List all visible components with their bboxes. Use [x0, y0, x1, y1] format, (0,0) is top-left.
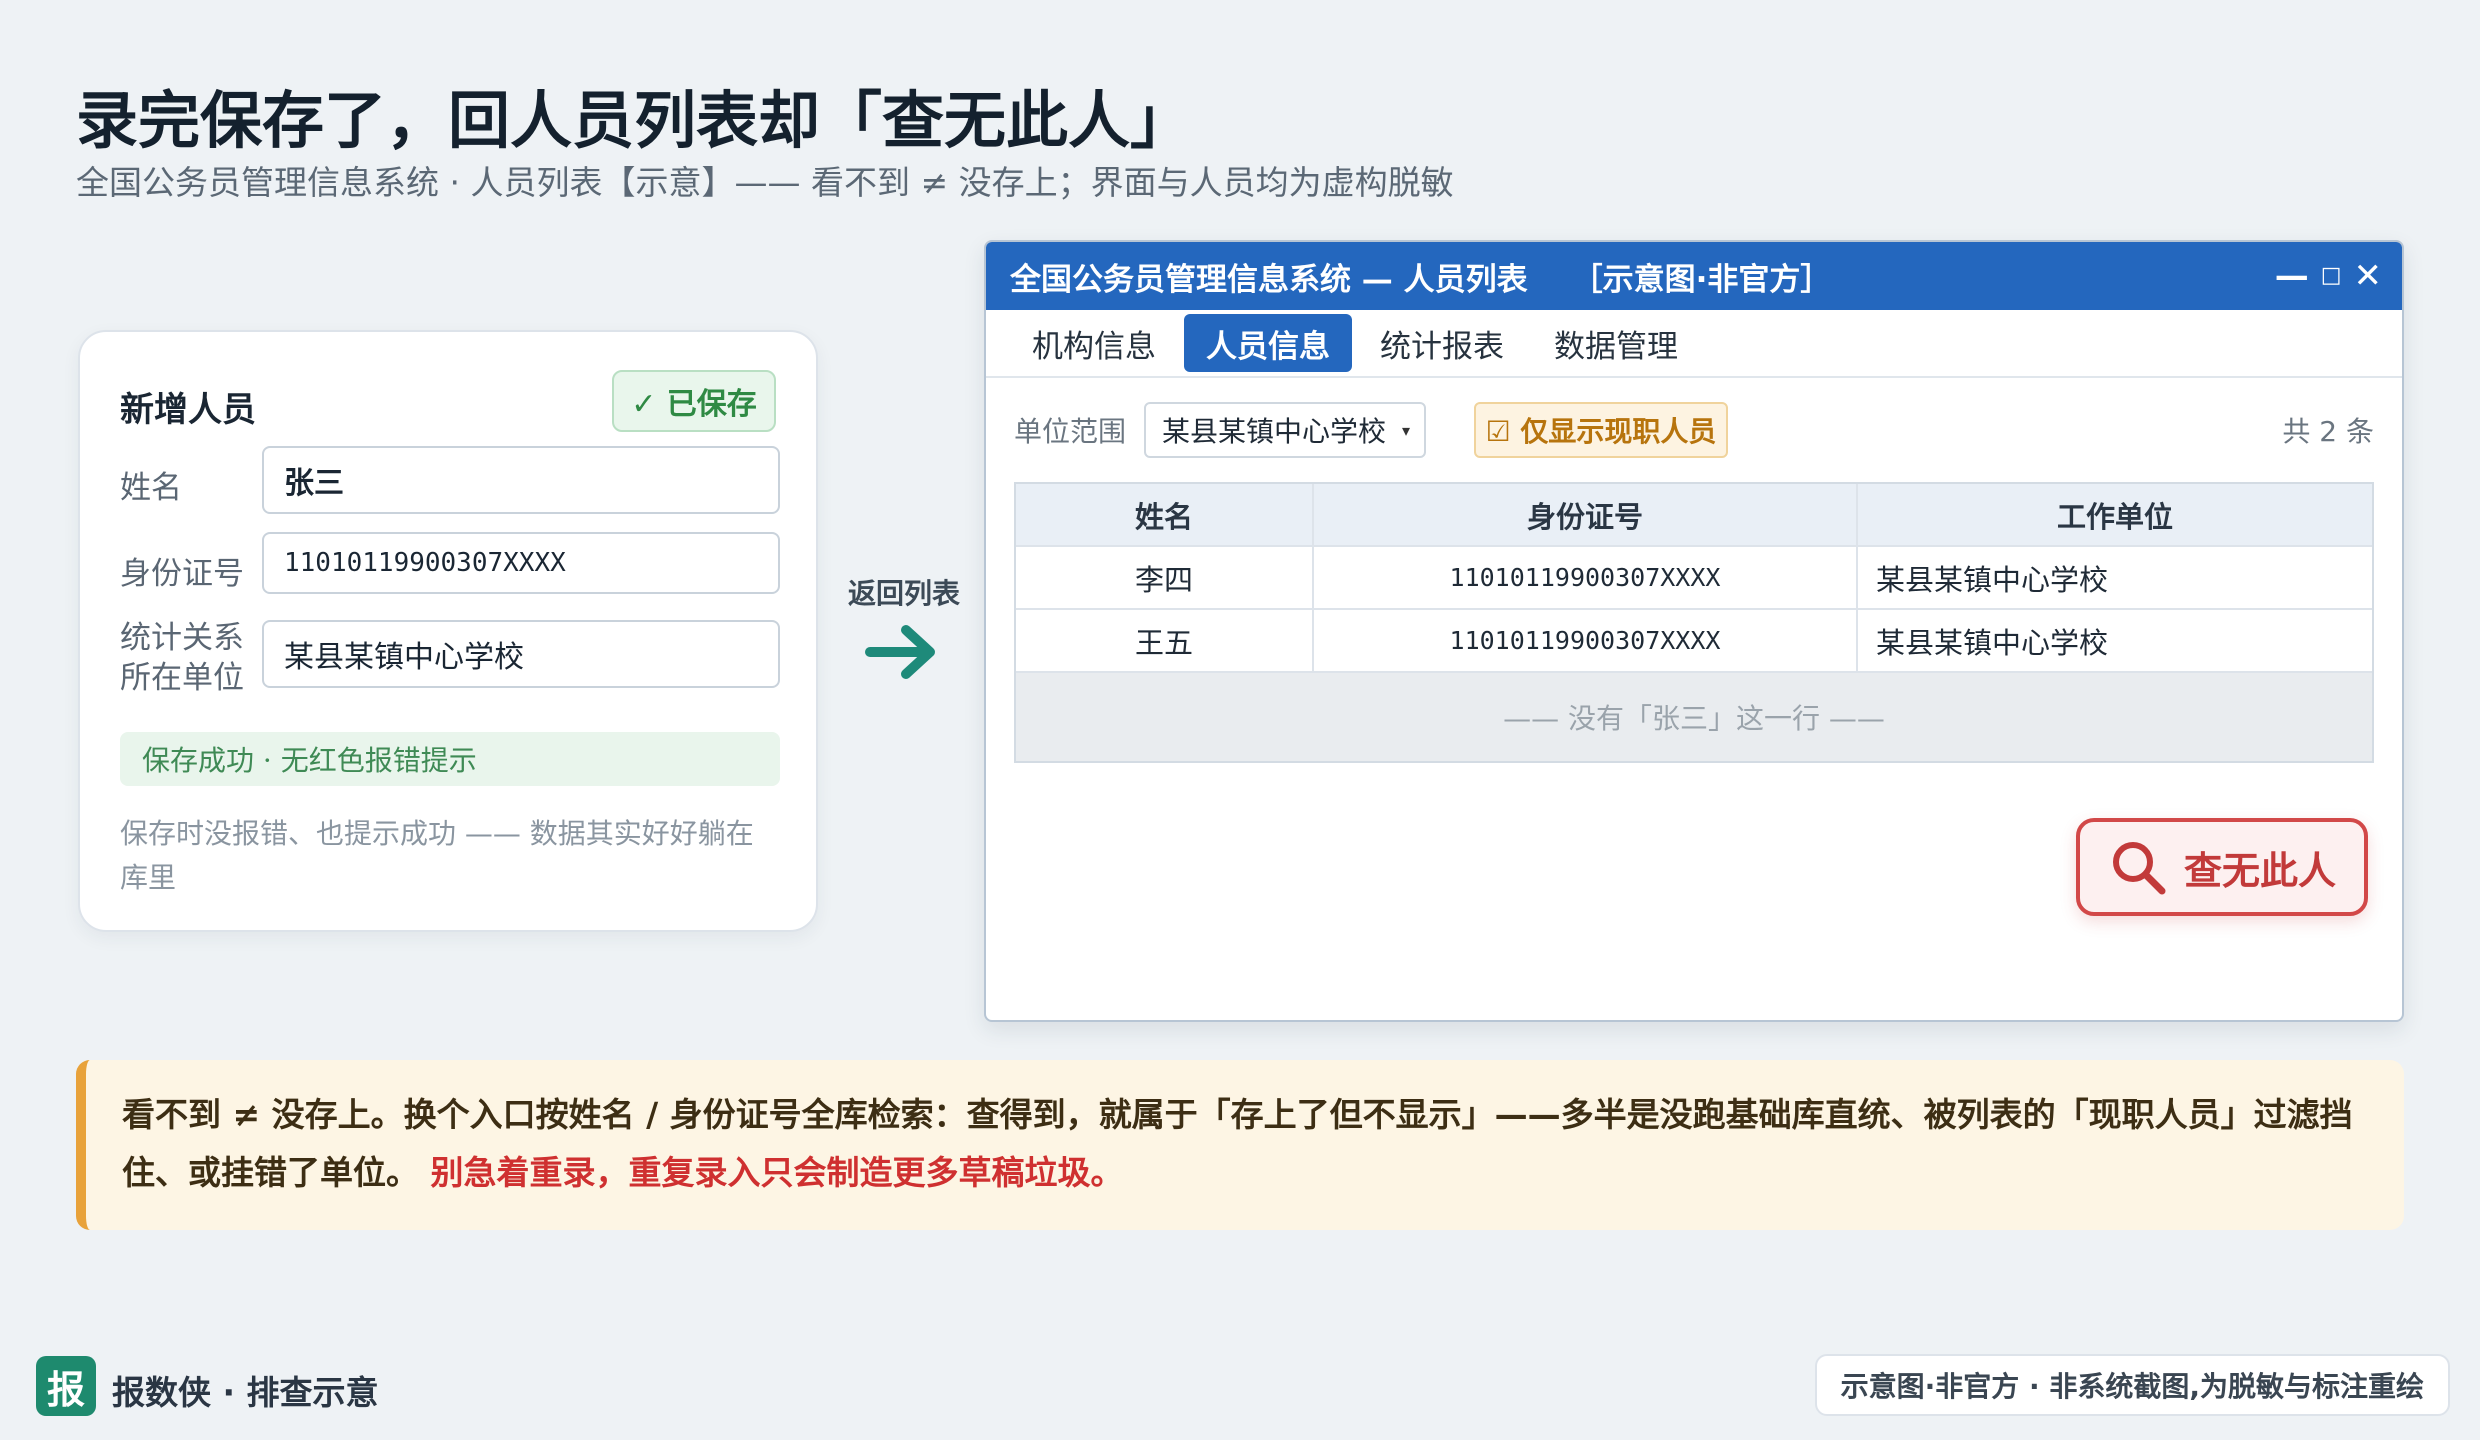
header-work-unit[interactable]: 工作单位: [1858, 484, 2372, 545]
not-found-stamp: 查无此人: [2076, 818, 2368, 916]
cell-work-unit: 某县某镇中心学校: [1876, 562, 2109, 597]
record-count: 共 2 条: [2282, 415, 2374, 448]
tip-warning: 别急着重录，重复录入只会制造更多草稿垃圾。: [430, 1153, 1124, 1192]
personnel-list-window: 全国公务员管理信息系统 — 人员列表 ［示意图·非官方］ — □ ✕ 机构信息 …: [984, 240, 2404, 1022]
current-staff-only-checkbox[interactable]: ☑ 仅显示现职人员: [1474, 402, 1728, 458]
search-icon: [2112, 842, 2166, 895]
brand-logo: 报: [36, 1356, 96, 1416]
new-person-card: 新增人员 ✓ 已保存 姓名 张三 身份证号 11010119900307XXXX…: [78, 330, 818, 932]
arrow-right-icon: [865, 625, 935, 679]
name-label: 姓名: [120, 470, 182, 506]
maximize-icon[interactable]: □: [2321, 265, 2342, 287]
name-field[interactable]: 张三: [262, 446, 780, 514]
table-row[interactable]: 李四 11010119900307XXXX 某县某镇中心学校: [1016, 547, 2372, 610]
tab-statistics[interactable]: 统计报表: [1358, 314, 1526, 372]
unit-label-line1: 统计关系: [120, 620, 244, 656]
brand-name: 报数侠 · 排查示意: [112, 1373, 379, 1412]
card-title: 新增人员: [120, 390, 256, 430]
tab-bar: 机构信息 人员信息 统计报表 数据管理: [986, 310, 2402, 378]
back-to-list-label: 返回列表: [848, 577, 961, 610]
filter-row: 单位范围 某县某镇中心学校 ▾ ☑ 仅显示现职人员 共 2 条: [1014, 402, 2374, 458]
id-number-field[interactable]: 11010119900307XXXX: [262, 532, 780, 594]
cell-id-number: 11010119900307XXXX: [1314, 610, 1858, 671]
table-row[interactable]: 王五 11010119900307XXXX 某县某镇中心学校: [1016, 610, 2372, 673]
window-title: 全国公务员管理信息系统 — 人员列表: [1010, 261, 1528, 298]
page-title: 录完保存了，回人员列表却「查无此人」: [76, 84, 1193, 157]
tab-personnel-info[interactable]: 人员信息: [1184, 314, 1352, 372]
disclaimer-badge: 示意图·非官方 · 非系统截图,为脱敏与标注重绘: [1814, 1354, 2450, 1416]
unit-label-line2: 所在单位: [120, 660, 244, 696]
tab-org-info[interactable]: 机构信息: [1010, 314, 1178, 372]
page-subtitle: 全国公务员管理信息系统 · 人员列表【示意】—— 看不到 ≠ 没存上；界面与人员…: [76, 163, 1454, 202]
cell-name: 李四: [1016, 547, 1314, 608]
table-header-row: 姓名 身份证号 工作单位: [1016, 484, 2372, 547]
id-number-label: 身份证号: [120, 556, 244, 592]
chevron-down-icon: ▾: [1402, 420, 1411, 440]
scope-select[interactable]: 某县某镇中心学校 ▾: [1144, 402, 1426, 458]
missing-row-note: —— 没有「张三」这一行 ——: [1016, 673, 2372, 761]
close-icon[interactable]: ✕: [2354, 259, 2383, 293]
tip-callout: 看不到 ≠ 没存上。换个入口按姓名 / 身份证号全库检索：查得到，就属于「存上了…: [76, 1060, 2404, 1230]
header-id-number[interactable]: 身份证号: [1314, 484, 1858, 545]
cell-work-unit: 某县某镇中心学校: [1876, 625, 2109, 660]
unit-field[interactable]: 某县某镇中心学校: [262, 620, 780, 688]
scope-select-value: 某县某镇中心学校: [1162, 415, 1387, 448]
save-success-bar: 保存成功 · 无红色报错提示: [120, 732, 780, 786]
tab-data-management[interactable]: 数据管理: [1532, 314, 1700, 372]
personnel-table: 姓名 身份证号 工作单位 李四 11010119900307XXXX 某县某镇中…: [1014, 482, 2374, 763]
window-titlebar: 全国公务员管理信息系统 — 人员列表 ［示意图·非官方］ — □ ✕: [986, 242, 2402, 310]
card-note: 保存时没报错、也提示成功 —— 数据其实好好躺在库里: [120, 817, 754, 894]
minimize-icon[interactable]: —: [2275, 259, 2309, 293]
window-tag: ［示意图·非官方］: [1571, 261, 1832, 298]
saved-badge: ✓ 已保存: [612, 370, 776, 432]
not-found-text: 查无此人: [2183, 848, 2336, 893]
header-name[interactable]: 姓名: [1016, 484, 1314, 545]
scope-label: 单位范围: [1014, 415, 1127, 448]
cell-id-number: 11010119900307XXXX: [1314, 547, 1858, 608]
cell-name: 王五: [1016, 610, 1314, 671]
